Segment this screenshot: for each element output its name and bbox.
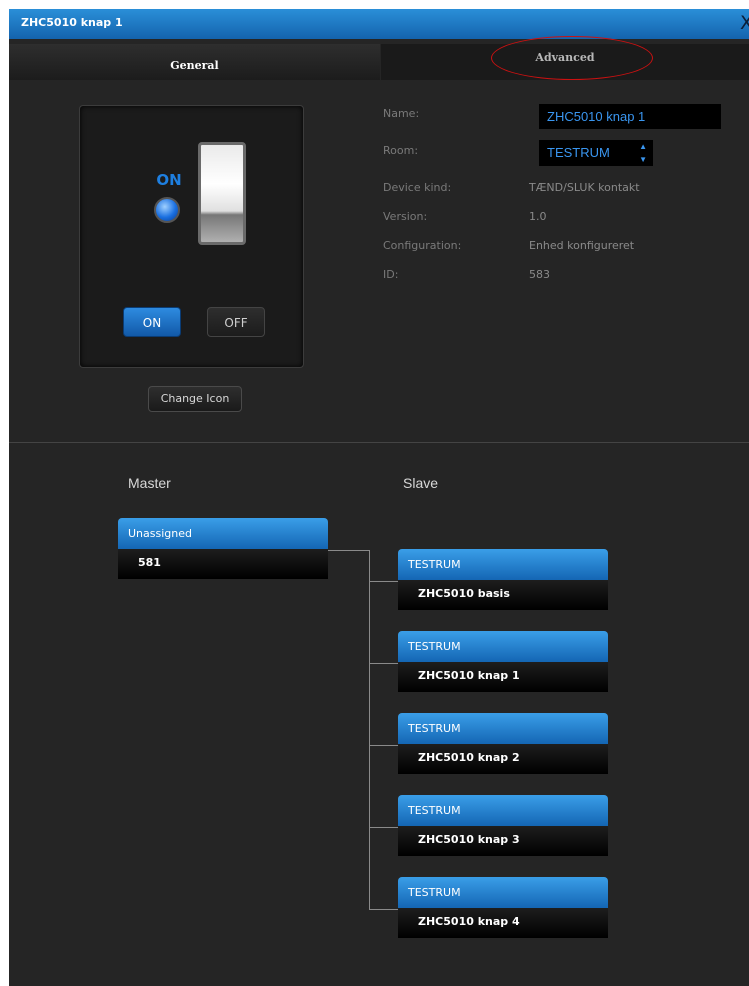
slave-group: TESTRUM [398,877,608,908]
slave-device: ZHC5010 knap 4 [398,908,608,938]
connector-line [369,909,398,910]
connector-line [328,550,370,551]
slave-group: TESTRUM [398,713,608,744]
tab-general[interactable]: General [9,44,380,80]
off-button[interactable]: OFF [207,307,265,337]
device-control-panel [79,105,304,368]
close-icon[interactable]: X [740,12,749,34]
room-label: Room: [383,144,419,157]
id-label: ID: [383,268,399,281]
device-kind-label: Device kind: [383,181,452,194]
id-value: 583 [529,268,550,281]
on-button[interactable]: ON [123,307,181,337]
slave-group: TESTRUM [398,795,608,826]
slave-device: ZHC5010 basis [398,580,608,610]
configuration-label: Configuration: [383,239,462,252]
window-title: ZHC5010 knap 1 [21,16,123,29]
slave-node[interactable]: TESTRUM ZHC5010 knap 2 [398,713,608,774]
device-dialog: ZHC5010 knap 1 X General Advanced ON ON … [9,9,749,986]
configuration-value: Enhed konfigureret [529,239,635,252]
slave-group: TESTRUM [398,549,608,580]
master-group: Unassigned [118,518,328,549]
device-kind-value: TÆND/SLUK kontakt [529,181,640,194]
slave-node[interactable]: TESTRUM ZHC5010 knap 1 [398,631,608,692]
change-icon-button[interactable]: Change Icon [148,386,242,412]
name-field[interactable]: ZHC5010 knap 1 [539,104,721,129]
status-led-icon [154,197,180,223]
slave-heading: Slave [403,475,439,491]
toggle-switch-icon[interactable] [198,142,246,245]
section-divider [9,442,749,443]
master-device: 581 [118,549,328,579]
slave-device: ZHC5010 knap 1 [398,662,608,692]
status-indicator-label: ON [156,171,182,189]
slave-node[interactable]: TESTRUM ZHC5010 basis [398,549,608,610]
room-select-value: TESTRUM [547,145,610,160]
title-bar: ZHC5010 knap 1 X [9,9,749,39]
select-arrows-icon: ▲ ▼ [639,142,647,164]
slave-group: TESTRUM [398,631,608,662]
connector-line [369,581,398,582]
name-label: Name: [383,107,420,120]
connector-line [369,827,398,828]
version-label: Version: [383,210,428,223]
version-value: 1.0 [529,210,547,223]
master-heading: Master [128,475,171,491]
room-select[interactable]: TESTRUM ▲ ▼ [539,140,653,166]
connector-line [369,550,370,909]
slave-node[interactable]: TESTRUM ZHC5010 knap 3 [398,795,608,856]
connector-line [369,663,398,664]
master-node[interactable]: Unassigned 581 [118,518,328,579]
annotation-circle [491,36,653,80]
slave-node[interactable]: TESTRUM ZHC5010 knap 4 [398,877,608,938]
slave-device: ZHC5010 knap 2 [398,744,608,774]
connector-line [369,745,398,746]
slave-device: ZHC5010 knap 3 [398,826,608,856]
